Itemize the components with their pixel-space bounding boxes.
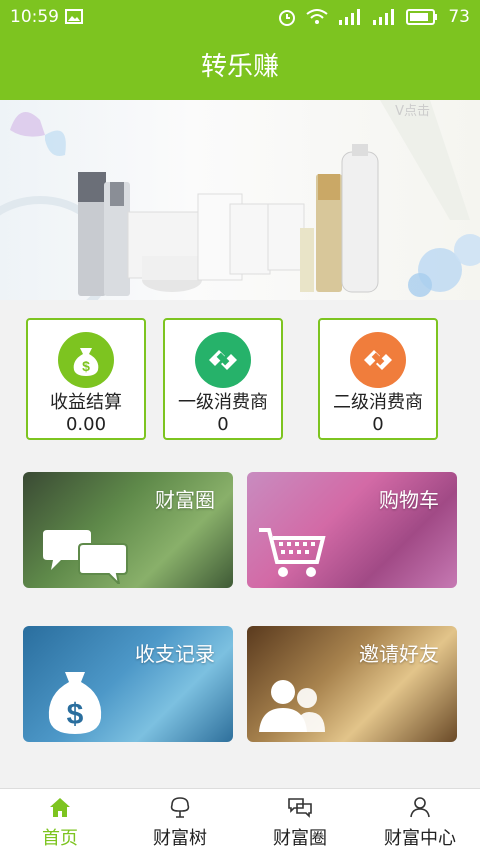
tab-home-label: 首页 <box>42 828 78 849</box>
chat-bubbles-icon <box>43 530 128 584</box>
tile-invite-friends[interactable]: 邀请好友 <box>247 626 457 742</box>
people-icon <box>259 680 325 732</box>
alarm-icon <box>279 10 296 26</box>
home-icon <box>50 798 70 817</box>
tab-home[interactable]: 首页 <box>0 790 120 853</box>
app-title: 转乐赚 <box>0 34 480 100</box>
svg-text:$: $ <box>67 698 84 731</box>
svg-text:$: $ <box>82 358 90 374</box>
handshake-icon <box>350 332 406 388</box>
stat-earnings[interactable]: $ 收益结算 0.00 <box>26 318 146 440</box>
tab-wealth-circle-label: 财富圈 <box>273 828 327 849</box>
tile-wealth-circle-label: 财富圈 <box>155 488 215 512</box>
stat-level1-value: 0 <box>217 414 229 435</box>
wifi-icon <box>306 9 328 24</box>
tab-wealth-center[interactable]: 财富中心 <box>360 790 480 853</box>
tile-wealth-circle[interactable]: 财富圈 <box>23 472 233 588</box>
stat-earnings-value: 0.00 <box>65 414 107 435</box>
handshake-icon <box>195 332 251 388</box>
tab-wealth-tree[interactable]: 财富树 <box>120 790 240 853</box>
status-time: 10:59 <box>10 7 59 27</box>
promo-banner[interactable]: V点击 <box>0 100 480 300</box>
tab-wealth-tree-label: 财富树 <box>153 828 207 849</box>
stat-earnings-label: 收益结算 <box>50 392 122 413</box>
stat-level2-value: 0 <box>372 414 384 435</box>
money-bag-icon: $ <box>48 672 102 734</box>
banner-illustration <box>0 100 480 300</box>
tile-income-records-label: 收支记录 <box>135 642 215 666</box>
chat-icon <box>288 798 312 818</box>
stats-panel: $ 收益结算 0.00 一级消费商 0 二级消费商 0 <box>0 300 480 460</box>
tab-wealth-circle[interactable]: 财富圈 <box>240 790 360 853</box>
stat-level2-label: 二级消费商 <box>333 392 423 413</box>
user-icon <box>410 797 430 818</box>
tile-income-records[interactable]: 收支记录 $ <box>23 626 233 742</box>
image-icon <box>65 9 83 24</box>
battery-level: 73 <box>448 7 470 27</box>
signal-4g-icon <box>373 9 395 25</box>
battery-icon <box>406 9 438 25</box>
tab-wealth-center-label: 财富中心 <box>384 828 456 849</box>
stat-level1[interactable]: 一级消费商 0 <box>163 318 283 440</box>
tile-invite-friends-label: 邀请好友 <box>359 642 439 666</box>
stat-level2[interactable]: 二级消费商 0 <box>318 318 438 440</box>
stat-level1-label: 一级消费商 <box>178 392 268 413</box>
tile-shopping-cart[interactable]: 购物车 <box>247 472 457 588</box>
tree-icon <box>170 797 190 818</box>
shopping-cart-icon <box>259 528 326 577</box>
status-bar: 10:59 73 <box>0 0 480 34</box>
banner-watermark: V点击 <box>395 104 430 119</box>
tile-shopping-cart-label: 购物车 <box>379 488 439 512</box>
money-bag-icon: $ <box>58 332 114 388</box>
signal-icon <box>339 9 361 25</box>
